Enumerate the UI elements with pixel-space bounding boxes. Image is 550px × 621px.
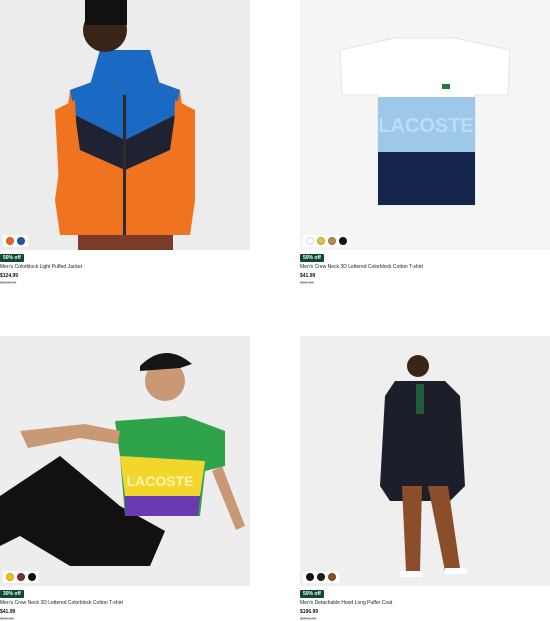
color-swatch[interactable]: [6, 573, 14, 581]
original-price: $395.00: [300, 616, 317, 621]
discount-badge: 50% off: [300, 590, 324, 598]
color-swatch[interactable]: [17, 237, 25, 245]
product-price: $41.99: [300, 273, 316, 279]
product-price: $41.99: [0, 609, 16, 615]
svg-text:LACOSTE: LACOSTE: [127, 473, 194, 489]
original-price: $250.00: [0, 280, 17, 285]
svg-text:LACOSTE: LACOSTE: [378, 115, 474, 137]
color-swatch[interactable]: [339, 237, 347, 245]
color-swatch[interactable]: [306, 573, 314, 581]
product-name[interactable]: Men's Crew Neck 3D Lettered Colorblock C…: [300, 264, 423, 270]
product-image[interactable]: [300, 336, 550, 586]
original-price: $83.00: [300, 280, 314, 285]
discount-badge: 50% off: [300, 254, 324, 262]
color-swatch[interactable]: [28, 573, 36, 581]
color-swatch[interactable]: [6, 237, 14, 245]
product-price: $196.99: [300, 609, 319, 615]
color-swatch[interactable]: [317, 573, 325, 581]
product-name[interactable]: Men's Colorblock Light Puffed Jacket: [0, 264, 82, 270]
color-swatch[interactable]: [328, 237, 336, 245]
color-swatch[interactable]: [17, 573, 25, 581]
color-swatch[interactable]: [328, 573, 336, 581]
original-price: $60.00: [0, 616, 14, 621]
discount-badge: 50% off: [0, 254, 24, 262]
color-swatches: [3, 235, 28, 247]
color-swatches: [303, 571, 339, 583]
product-image[interactable]: LACOSTE: [300, 0, 550, 250]
product-name[interactable]: Men's Detachable Hood Long Puffer Coat: [300, 600, 392, 606]
color-swatch[interactable]: [317, 237, 325, 245]
product-name[interactable]: Men's Crew Neck 3D Lettered Colorblock C…: [0, 600, 123, 606]
product-price: $124.99: [0, 273, 19, 279]
product-image[interactable]: [0, 0, 250, 250]
discount-badge: 30% off: [0, 590, 24, 598]
color-swatch[interactable]: [306, 237, 314, 245]
product-image[interactable]: LACOSTE: [0, 336, 250, 586]
color-swatches: [3, 571, 39, 583]
color-swatches: [303, 235, 350, 247]
